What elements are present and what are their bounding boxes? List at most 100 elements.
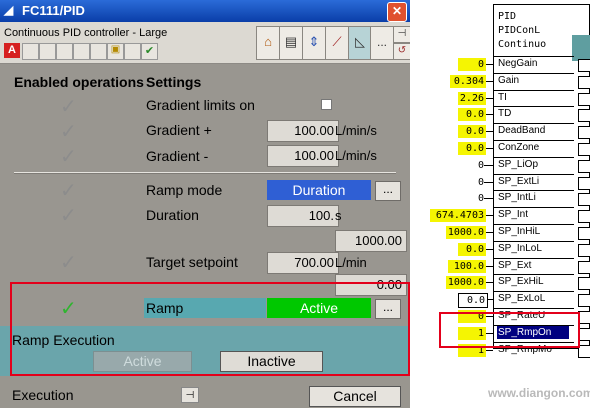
pin-name: TD: [498, 108, 512, 119]
pin-value[interactable]: 0: [458, 192, 486, 205]
pin-row-divider: [494, 123, 574, 124]
toolbar: Continuous PID controller - Large A ▣ ✔ …: [0, 22, 410, 64]
pin-row-divider: [494, 207, 574, 208]
pin-value[interactable]: 0.0: [458, 142, 486, 155]
gradient-plus-value[interactable]: 100.00: [267, 120, 339, 142]
duration-value[interactable]: 100.: [267, 205, 339, 227]
home-view-button[interactable]: ⌂: [256, 26, 280, 60]
pin-row-divider: [494, 308, 574, 309]
pin-name: DeadBand: [498, 125, 546, 136]
gradient-limits-checkbox[interactable]: [321, 99, 332, 110]
pin-value[interactable]: 2.26: [458, 92, 486, 105]
limits-view-button[interactable]: ⇕: [302, 26, 326, 60]
enabled-check-icon: ✓: [60, 121, 77, 143]
duration-label: Duration: [146, 207, 199, 223]
pin-row-divider: [494, 174, 574, 175]
pin-value[interactable]: 0.304: [450, 75, 486, 88]
faceplate-subtitle: Continuous PID controller - Large: [4, 27, 168, 39]
status-cell: [73, 43, 90, 60]
pin-output-marker: [578, 227, 590, 240]
gradient-plus-unit: L/min/s: [335, 123, 377, 138]
pin-name: NegGain: [498, 58, 538, 69]
pin-name: SP_LiOp: [498, 159, 539, 170]
pin-value[interactable]: 0: [458, 159, 486, 172]
return-icon[interactable]: ↺: [393, 43, 410, 60]
pin-row-divider: [494, 241, 574, 242]
pin-output-marker: [578, 93, 590, 106]
pin-value[interactable]: 1000.0: [446, 276, 486, 289]
status-cell: [56, 43, 73, 60]
pin-name: ConZone: [498, 142, 540, 153]
pin-output-marker: [578, 76, 590, 89]
pin-output-marker: [578, 59, 590, 72]
pin-value[interactable]: 1000.0: [446, 226, 486, 239]
pin-row-divider: [494, 56, 574, 57]
pin-value[interactable]: 0.0: [458, 243, 486, 256]
pin-icon[interactable]: ⊣: [393, 26, 410, 43]
pin-row-divider: [494, 140, 574, 141]
gradient-limits-label: Gradient limits on: [146, 97, 255, 113]
execution-pin-icon[interactable]: ⊣: [181, 387, 199, 403]
pin-output-marker: [578, 143, 590, 156]
preview-view-button[interactable]: ▤: [279, 26, 303, 60]
pin-output-marker: [578, 210, 590, 223]
pin-name: SP_Ext: [498, 260, 532, 271]
enabled-operations-header: Enabled operations: [14, 74, 144, 90]
pin-value[interactable]: 0.0: [458, 125, 486, 138]
pin-value[interactable]: 0.0: [458, 108, 486, 121]
pin-row-divider: [494, 291, 574, 292]
pin-name: SP_InHiL: [498, 226, 541, 237]
pin-row-divider: [494, 90, 574, 91]
cancel-button[interactable]: Cancel: [309, 386, 401, 407]
pin-output-marker: [578, 177, 590, 190]
pin-value[interactable]: 0: [458, 176, 486, 189]
block-output-area: [572, 35, 590, 61]
alarm-indicator: A: [4, 43, 20, 58]
enabled-check-icon: ✓: [60, 205, 77, 227]
pin-name: SP_ExLoL: [498, 293, 546, 304]
enabled-check-icon: ✓: [60, 252, 77, 274]
more-views-button[interactable]: ...: [370, 26, 394, 60]
gradient-minus-value[interactable]: 100.00: [267, 145, 339, 167]
pin-row-divider: [494, 258, 574, 259]
pin-row-divider: [494, 106, 574, 107]
pin-output-marker: [578, 160, 590, 173]
execution-label: Execution: [12, 387, 74, 403]
duration-unit: s: [335, 208, 342, 223]
pin-output-marker: [578, 126, 590, 139]
pin-output-marker: [578, 109, 590, 122]
pin-value[interactable]: 0: [458, 58, 486, 71]
pin-output-marker: [578, 277, 590, 290]
target-setpoint-value[interactable]: 700.00: [267, 252, 339, 274]
lock-icon: ▣: [107, 43, 124, 60]
pin-row-divider: [494, 73, 574, 74]
enabled-check-icon: ✓: [60, 146, 77, 168]
highlight-frame: [439, 312, 580, 348]
pin-output-marker: [578, 193, 590, 206]
ramp-mode-label: Ramp mode: [146, 182, 223, 198]
block-name: PIDConL: [498, 25, 541, 36]
target-setpoint-label: Target setpoint: [146, 254, 238, 270]
separator: [14, 172, 396, 174]
close-button[interactable]: ✕: [387, 2, 407, 22]
trend-view-button[interactable]: ⟋: [325, 26, 349, 60]
pin-name: SP_IntLi: [498, 192, 536, 203]
block-header: PID PIDConL Continuo: [498, 10, 546, 52]
pin-value[interactable]: 674.4703: [430, 209, 486, 222]
pin-name: SP_InLoL: [498, 243, 542, 254]
gradient-plus-label: Gradient +: [146, 122, 212, 138]
pin-row-divider: [494, 190, 574, 191]
pin-row-divider: [494, 157, 574, 158]
pin-name: SP_ExHiL: [498, 276, 544, 287]
pin-value[interactable]: 100.0: [448, 260, 486, 273]
gradient-minus-unit: L/min/s: [335, 148, 377, 163]
enabled-check-icon: ✓: [60, 180, 77, 202]
ramp-view-button[interactable]: ◺: [348, 26, 372, 60]
pin-name: Gain: [498, 75, 520, 86]
ramp-mode-options-button[interactable]: ...: [375, 181, 401, 201]
pid-faceplate-dialog: ◢ FC111/PID ✕ Continuous PID controller …: [0, 0, 410, 408]
watermark: www.diangon.com: [488, 386, 590, 400]
gradient-minus-label: Gradient -: [146, 148, 209, 164]
pin-value[interactable]: 0.0: [458, 293, 488, 308]
window-title: FC111/PID: [22, 3, 85, 18]
